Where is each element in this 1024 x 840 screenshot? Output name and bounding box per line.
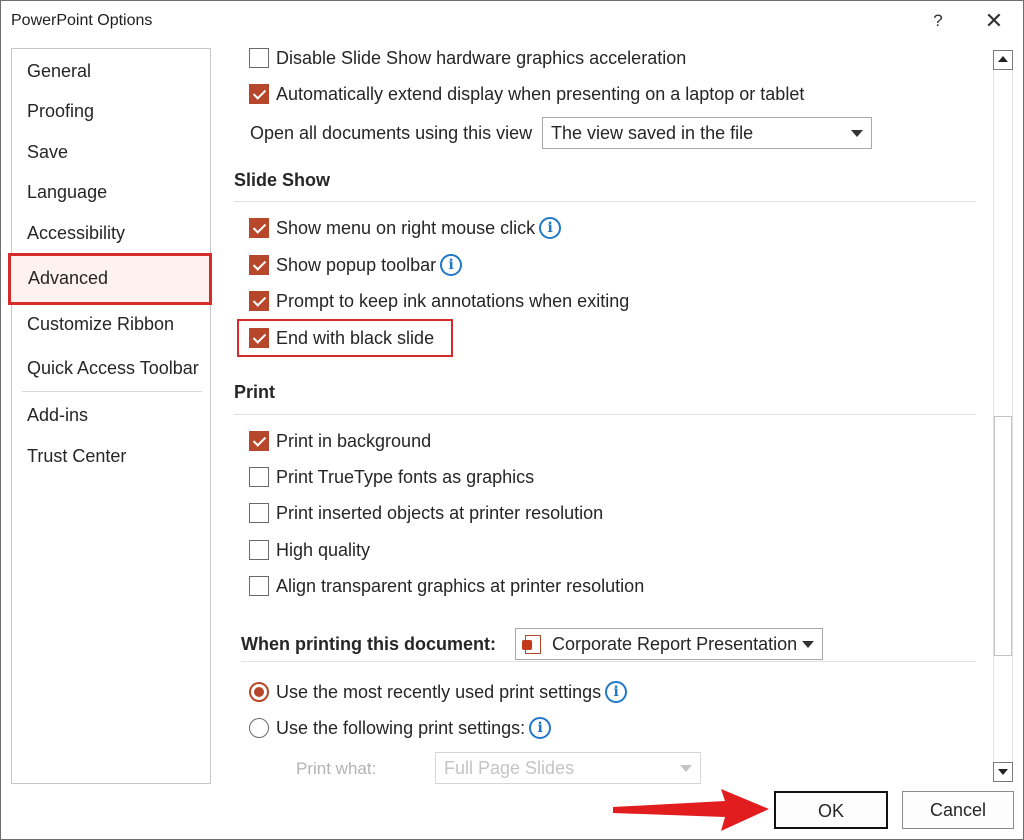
option-auto-extend-display[interactable]: Automatically extend display when presen… [249,79,804,109]
checkbox-print-truetype[interactable] [249,467,269,487]
options-sidebar: General Proofing Save Language Accessibi… [8,48,212,784]
sidebar-item-proofing[interactable]: Proofing [12,91,210,131]
cancel-button[interactable]: Cancel [902,791,1014,829]
info-icon[interactable]: i [529,717,552,739]
info-icon[interactable]: i [440,254,463,276]
checkbox-high-quality[interactable] [249,540,269,560]
option-label: Show popup toolbar [276,254,437,275]
checkbox-print-inserted-objects[interactable] [249,503,269,523]
option-label: High quality [276,539,371,560]
info-icon[interactable]: i [605,681,628,703]
radio-following-print-settings[interactable] [249,718,269,738]
checkbox-show-menu-right-click[interactable] [249,218,269,238]
option-label: Prompt to keep ink annotations when exit… [276,290,630,311]
option-print-inserted-objects[interactable]: Print inserted objects at printer resolu… [249,498,603,528]
ok-button[interactable]: OK [774,791,888,829]
dropdown-arrow-icon [680,765,692,772]
sidebar-item-save[interactable]: Save [12,132,210,172]
checkbox-end-with-black-slide[interactable] [249,328,269,348]
section-title-print: Print [234,382,276,402]
option-label: Align transparent graphics at printer re… [276,575,645,596]
open-view-value: The view saved in the file [551,123,754,143]
section-divider [234,414,976,415]
section-title-when-printing: When printing this document: [241,634,496,654]
option-label: End with black slide [276,327,435,348]
sidebar-item-add-ins[interactable]: Add-ins [12,395,210,435]
checkbox-prompt-ink-annotations[interactable] [249,291,269,311]
powerpoint-file-icon [522,635,541,654]
option-high-quality[interactable]: High quality [249,535,370,565]
option-label: Print TrueType fonts as graphics [276,466,535,487]
option-align-transparent[interactable]: Align transparent graphics at printer re… [249,571,644,601]
open-view-dropdown[interactable]: The view saved in the file [542,117,872,149]
content-scrollbar[interactable] [991,48,1015,784]
sidebar-item-advanced[interactable]: Advanced [8,253,212,305]
powerpoint-options-dialog: PowerPoint Options ? ✕ General Proofing … [0,0,1024,840]
option-label: Print in background [276,430,432,451]
checkbox-print-in-background[interactable] [249,431,269,451]
sidebar-item-trust-center[interactable]: Trust Center [12,436,210,476]
print-what-dropdown[interactable]: Full Page Slides [435,752,701,784]
checkbox-align-transparent[interactable] [249,576,269,596]
checkbox-show-popup-toolbar[interactable] [249,255,269,275]
radio-recent-print-settings[interactable] [249,682,269,702]
option-disable-hw-accel[interactable]: Disable Slide Show hardware graphics acc… [249,43,686,73]
print-what-value: Full Page Slides [444,758,575,778]
option-end-with-black-slide[interactable]: End with black slide [249,323,434,353]
help-icon[interactable]: ? [923,7,953,35]
dropdown-arrow-icon [802,641,814,648]
title-bar: PowerPoint Options ? ✕ [1,1,1023,41]
sidebar-divider [22,391,202,392]
option-label: Disable Slide Show hardware graphics acc… [276,47,687,68]
sidebar-item-quick-access-toolbar[interactable]: Quick Access Toolbar [12,348,210,388]
scroll-up-icon[interactable] [993,50,1013,70]
option-label: Print inserted objects at printer resolu… [276,502,604,523]
option-following-print-settings[interactable]: Use the following print settings: i [249,713,552,743]
checkbox-disable-hw-accel[interactable] [249,48,269,68]
sidebar-item-customize-ribbon[interactable]: Customize Ribbon [12,304,210,344]
advanced-options-pane: Disable Slide Show hardware graphics acc… [215,41,991,786]
section-divider [241,661,976,662]
option-prompt-ink-annotations[interactable]: Prompt to keep ink annotations when exit… [249,286,629,316]
option-show-menu-right-click[interactable]: Show menu on right mouse click i [249,213,562,243]
window-title: PowerPoint Options [11,12,153,29]
option-label: Use the most recently used print setting… [276,681,602,702]
option-print-truetype[interactable]: Print TrueType fonts as graphics [249,462,534,492]
print-document-value: Corporate Report Presentation [552,634,798,654]
sidebar-item-general[interactable]: General [12,51,210,91]
dropdown-arrow-icon [851,130,863,137]
option-print-in-background[interactable]: Print in background [249,426,431,456]
section-divider [234,201,976,202]
print-what-label: Print what: [296,759,377,778]
option-label: Automatically extend display when presen… [276,83,805,104]
sidebar-item-accessibility[interactable]: Accessibility [12,213,210,253]
option-recent-print-settings[interactable]: Use the most recently used print setting… [249,677,628,707]
open-view-label: Open all documents using this view [250,122,533,143]
print-document-dropdown[interactable]: Corporate Report Presentation [515,628,823,660]
option-label: Use the following print settings: [276,717,526,738]
scroll-thumb[interactable] [994,416,1012,656]
scroll-down-icon[interactable] [993,762,1013,782]
sidebar-item-language[interactable]: Language [12,172,210,212]
red-arrow-icon [613,789,769,831]
option-show-popup-toolbar[interactable]: Show popup toolbar i [249,250,463,280]
close-icon[interactable]: ✕ [979,7,1009,35]
checkbox-auto-extend-display[interactable] [249,84,269,104]
option-label: Show menu on right mouse click [276,217,536,238]
section-title-slide-show: Slide Show [234,170,331,190]
info-icon[interactable]: i [539,217,562,239]
